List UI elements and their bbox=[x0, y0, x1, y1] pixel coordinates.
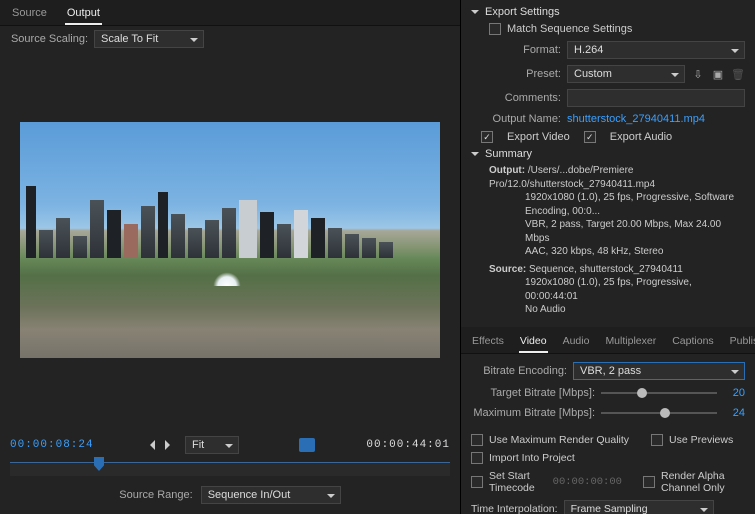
target-bitrate-slider[interactable] bbox=[601, 392, 717, 394]
match-sequence-label: Match Sequence Settings bbox=[507, 23, 632, 35]
render-alpha-checkbox[interactable] bbox=[643, 476, 655, 488]
export-video-label: Export Video bbox=[507, 131, 570, 143]
export-settings-panel: Export Settings Match Sequence Settings … bbox=[461, 0, 755, 514]
bitrate-encoding-value: VBR, 2 pass bbox=[580, 365, 641, 377]
preview-tabs: Source Output bbox=[0, 0, 460, 26]
timeline-area: 00:00:08:24 Fit 00:00:44:01 Source Range… bbox=[0, 428, 460, 514]
format-label: Format: bbox=[471, 44, 561, 56]
comments-input[interactable] bbox=[567, 89, 745, 107]
video-preview[interactable] bbox=[20, 122, 440, 358]
time-interp-value: Frame Sampling bbox=[571, 503, 648, 514]
max-bitrate-slider[interactable] bbox=[601, 412, 717, 414]
preview-area bbox=[0, 52, 460, 428]
settings-tabs: Effects Video Audio Multiplexer Captions… bbox=[461, 327, 755, 354]
step-back-icon[interactable] bbox=[145, 440, 155, 450]
step-forward-icon[interactable] bbox=[165, 440, 175, 450]
source-scaling-label: Source Scaling: bbox=[10, 33, 88, 45]
bottom-options: Use Maximum Render Quality Use Previews … bbox=[461, 427, 755, 514]
export-video-checkbox[interactable] bbox=[481, 131, 493, 143]
source-range-value: Sequence In/Out bbox=[208, 489, 291, 501]
target-bitrate-label: Target Bitrate [Mbps]: bbox=[471, 387, 595, 399]
export-audio-label: Export Audio bbox=[610, 131, 672, 143]
summary-source-line3: No Audio bbox=[489, 303, 745, 317]
use-previews-label: Use Previews bbox=[669, 434, 733, 446]
use-max-render-label: Use Maximum Render Quality bbox=[489, 434, 629, 446]
source-scaling-row: Source Scaling: Scale To Fit bbox=[0, 26, 460, 52]
source-scaling-dropdown[interactable]: Scale To Fit bbox=[94, 30, 204, 48]
target-bitrate-value[interactable]: 20 bbox=[723, 387, 745, 399]
render-alpha-label: Render Alpha Channel Only bbox=[661, 470, 745, 494]
summary-output-line2: 1920x1080 (1.0), 25 fps, Progressive, So… bbox=[489, 191, 745, 218]
use-max-render-checkbox[interactable] bbox=[471, 434, 483, 446]
source-range-label: Source Range: bbox=[119, 489, 192, 501]
duration-time: 00:00:44:01 bbox=[366, 439, 450, 451]
use-previews-checkbox[interactable] bbox=[651, 434, 663, 446]
tab-output[interactable]: Output bbox=[65, 4, 102, 25]
max-bitrate-label: Maximum Bitrate [Mbps]: bbox=[471, 407, 595, 419]
summary-source-line1: Sequence, shutterstock_27940411 bbox=[529, 264, 683, 275]
bitrate-encoding-dropdown[interactable]: VBR, 2 pass bbox=[573, 362, 745, 380]
zoom-fit-dropdown[interactable]: Fit bbox=[185, 436, 239, 454]
format-value: H.264 bbox=[574, 44, 603, 56]
transport-controls: Fit bbox=[145, 436, 315, 454]
match-sequence-checkbox[interactable] bbox=[489, 23, 501, 35]
summary-source-line2: 1920x1080 (1.0), 25 fps, Progressive, 00… bbox=[489, 276, 745, 303]
time-interp-label: Time Interpolation: bbox=[471, 503, 558, 514]
marker-icon[interactable] bbox=[299, 438, 315, 452]
tab-publish[interactable]: Publish bbox=[729, 331, 755, 353]
set-start-timecode-label: Set Start Timecode bbox=[489, 470, 547, 494]
set-start-timecode-checkbox[interactable] bbox=[471, 476, 483, 488]
export-settings-title: Export Settings bbox=[485, 6, 560, 18]
summary-block: Output: /Users/...dobe/Premiere Pro/12.0… bbox=[461, 162, 755, 323]
comments-label: Comments: bbox=[471, 92, 561, 104]
tab-captions[interactable]: Captions bbox=[671, 331, 714, 353]
summary-title: Summary bbox=[485, 148, 532, 160]
source-scaling-value: Scale To Fit bbox=[101, 33, 158, 45]
playhead-icon[interactable] bbox=[94, 457, 104, 471]
tab-effects[interactable]: Effects bbox=[471, 331, 505, 353]
preset-label: Preset: bbox=[471, 68, 561, 80]
start-timecode-value: 00:00:00:00 bbox=[553, 476, 622, 488]
delete-preset-icon[interactable]: 🗑 bbox=[731, 67, 745, 81]
output-name-link[interactable]: shutterstock_27940411.mp4 bbox=[567, 113, 705, 125]
import-preset-icon[interactable]: ▣ bbox=[711, 67, 725, 81]
current-time[interactable]: 00:00:08:24 bbox=[10, 439, 94, 451]
import-into-project-checkbox[interactable] bbox=[471, 452, 483, 464]
import-into-project-label: Import Into Project bbox=[489, 452, 575, 464]
source-range-dropdown[interactable]: Sequence In/Out bbox=[201, 486, 341, 504]
summary-output-label: Output: bbox=[489, 165, 525, 176]
export-settings-header[interactable]: Export Settings bbox=[461, 0, 755, 20]
zoom-fit-value: Fit bbox=[192, 439, 204, 451]
summary-source-label: Source: bbox=[489, 264, 526, 275]
timeline-ruler[interactable] bbox=[10, 462, 450, 476]
tab-multiplexer[interactable]: Multiplexer bbox=[604, 331, 657, 353]
summary-output-line4: AAC, 320 kbps, 48 kHz, Stereo bbox=[489, 245, 745, 259]
chevron-down-icon bbox=[471, 152, 479, 160]
format-dropdown[interactable]: H.264 bbox=[567, 41, 745, 59]
preset-dropdown[interactable]: Custom bbox=[567, 65, 685, 83]
tab-audio[interactable]: Audio bbox=[562, 331, 591, 353]
bitrate-encoding-label: Bitrate Encoding: bbox=[471, 365, 567, 377]
tab-video[interactable]: Video bbox=[519, 331, 548, 353]
save-preset-icon[interactable]: ⇩ bbox=[691, 67, 705, 81]
output-name-label: Output Name: bbox=[471, 113, 561, 125]
preset-value: Custom bbox=[574, 68, 612, 80]
chevron-down-icon bbox=[471, 10, 479, 18]
preview-panel: Source Output Source Scaling: Scale To F… bbox=[0, 0, 461, 514]
summary-header[interactable]: Summary bbox=[461, 146, 755, 162]
tab-source[interactable]: Source bbox=[10, 4, 49, 25]
max-bitrate-value[interactable]: 24 bbox=[723, 407, 745, 419]
export-audio-checkbox[interactable] bbox=[584, 131, 596, 143]
time-interp-dropdown[interactable]: Frame Sampling bbox=[564, 500, 714, 514]
summary-output-line3: VBR, 2 pass, Target 20.00 Mbps, Max 24.0… bbox=[489, 218, 745, 245]
